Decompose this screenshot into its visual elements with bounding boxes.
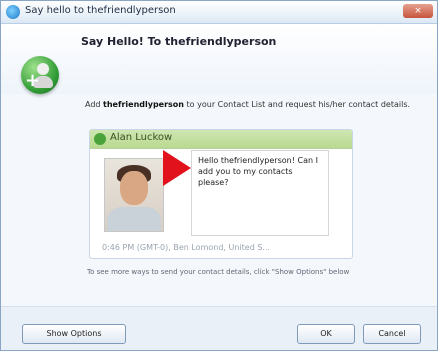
contact-location: 0:46 PM (GMT-0), Ben Lomond, United S...: [102, 243, 271, 252]
dialog-heading: Say Hello! To thefriendlyperson: [81, 35, 277, 48]
app-icon: [6, 5, 20, 19]
contact-card-header: Alan Luckow: [90, 130, 352, 149]
photo-face: [120, 171, 148, 205]
close-button[interactable]: ×: [403, 4, 433, 18]
dialog-window: Say hello to thefriendlyperson × + Say H…: [0, 0, 438, 351]
description-username: thefriendlyperson: [103, 100, 184, 109]
contact-photo: [104, 158, 164, 232]
photo-shirt: [107, 207, 161, 231]
description-suffix: to your Contact List and request his/her…: [184, 100, 411, 109]
plus-icon: +: [25, 70, 41, 91]
contact-name: Alan Luckow: [110, 132, 173, 143]
message-box[interactable]: Hello thefriendlyperson! Can I add you t…: [191, 150, 329, 236]
cancel-button[interactable]: Cancel: [363, 324, 421, 344]
window-title: Say hello to thefriendlyperson: [25, 5, 176, 16]
title-bar: Say hello to thefriendlyperson ×: [1, 1, 437, 24]
description: Add thefriendlyperson to your Contact Li…: [85, 99, 425, 110]
contact-status-icon: [94, 133, 106, 145]
contact-card: Alan Luckow Hello thefriendlyperson! Can…: [89, 129, 353, 259]
pointer-arrow-icon: [163, 150, 191, 186]
add-contact-icon: +: [21, 56, 59, 94]
ok-button[interactable]: OK: [297, 324, 355, 344]
show-options-button[interactable]: Show Options: [22, 324, 126, 344]
options-hint: To see more ways to send your contact de…: [87, 268, 350, 276]
description-prefix: Add: [85, 100, 104, 109]
